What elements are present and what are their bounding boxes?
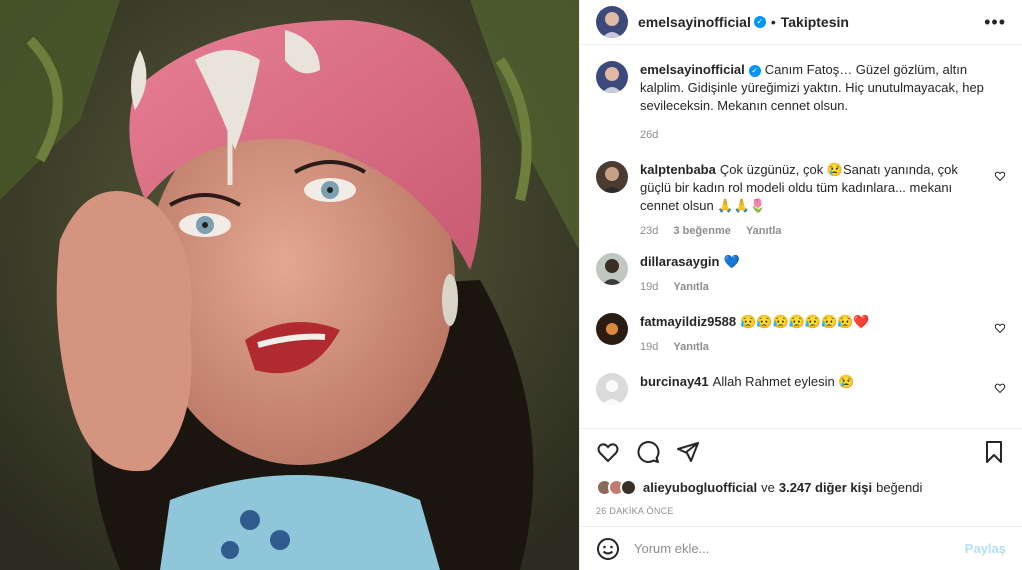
comment-username[interactable]: fatmayildiz9588 [640,314,736,329]
avatar[interactable] [596,253,628,285]
likes-summary: alieyubogluofficial ve 3.247 diğer kişi … [596,479,1006,496]
post-image[interactable] [0,0,579,570]
action-icons [596,439,1006,465]
avatar[interactable] [596,373,628,405]
caption-body: emelsayinofficial ✓ Canım Fatoş… Güzel göz… [640,61,984,115]
liker-username[interactable]: alieyubogluofficial [643,480,757,495]
avatar[interactable] [596,61,628,93]
reply-button[interactable]: Yanıtla [673,281,708,293]
comment-text: 😥😥😥😥😥😥😥❤️ [740,314,870,329]
more-options-icon[interactable]: ••• [984,12,1006,33]
heart-icon[interactable] [994,170,1006,182]
verified-icon: ✓ [748,64,761,77]
comment-username[interactable]: burcinay41 [640,374,709,389]
likes-connector: ve [761,480,775,495]
comment-text: Allah Rahmet eylesin 😢 [712,374,855,389]
heart-icon[interactable] [994,382,1006,394]
heart-icon[interactable] [994,322,1006,334]
comment-body: dillarasaygin 💙 [640,253,740,271]
comment-username[interactable]: dillarasaygin [640,254,719,269]
likes-others[interactable]: 3.247 diğer kişi [779,480,872,495]
post-comment-button[interactable]: Paylaş [965,541,1006,556]
post-panel: emelsayinofficial ✓ • Takiptesin ••• eme… [579,0,1022,570]
avatar [620,479,637,496]
comment-time[interactable]: 19d [640,341,658,353]
post-photo [0,0,579,570]
separator-dot: • [770,14,776,30]
comment-username[interactable]: kalptenbaba [640,162,716,177]
comment-meta: 23d 3 beğenme Yanıtla [640,225,984,237]
comment-icon[interactable] [636,440,660,464]
comment-list[interactable]: emelsayinofficial ✓ Canım Fatoş… Güzel göz… [580,45,1022,428]
avatar[interactable] [596,6,628,38]
caption-time[interactable]: 26d [640,129,658,141]
verified-icon: ✓ [753,16,766,28]
like-icon[interactable] [596,440,620,464]
comment-time[interactable]: 19d [640,281,658,293]
likes-suffix: beğendi [876,480,923,495]
comment-body: burcinay41 Allah Rahmet eylesin 😢 [640,373,855,391]
reply-button[interactable]: Yanıtla [746,225,781,237]
caption-meta: 26d [640,129,984,141]
caption-username[interactable]: emelsayinofficial [640,62,745,77]
comment-item: dillarasaygin 💙 19d Yanıtla [596,253,1006,293]
following-button[interactable]: Takiptesin [781,14,849,30]
comment-item: fatmayildiz9588 😥😥😥😥😥😥😥❤️ 19d Yanıtla [596,313,1006,353]
save-icon[interactable] [982,440,1006,464]
liker-avatars [596,479,637,496]
comment-meta: 19d Yanıtla [640,281,740,293]
comment-likes[interactable]: 3 beğenme [673,225,730,237]
comment-item: burcinay41 Allah Rahmet eylesin 😢 [596,373,1006,405]
comment-text: 💙 [723,254,740,269]
post-header: emelsayinofficial ✓ • Takiptesin ••• [580,0,1022,45]
action-bar: alieyubogluofficial ve 3.247 diğer kişi … [580,428,1022,526]
add-comment-bar: Paylaş [580,526,1022,570]
avatar[interactable] [596,161,628,193]
comment-item: kalptenbaba Çok üzgünüz, çok 😢Sanatı yanı… [596,161,1006,237]
post-timestamp[interactable]: 26 DAKİKA ÖNCE [596,506,1006,526]
post-username[interactable]: emelsayinofficial [638,14,751,30]
comment-meta: 19d Yanıtla [640,341,870,353]
comment-body: fatmayildiz9588 😥😥😥😥😥😥😥❤️ [640,313,870,331]
comment-input[interactable] [634,541,965,556]
caption: emelsayinofficial ✓ Canım Fatoş… Güzel göz… [596,61,1006,141]
comment-body: kalptenbaba Çok üzgünüz, çok 😢Sanatı yanı… [640,161,984,215]
comment-time[interactable]: 23d [640,225,658,237]
share-icon[interactable] [676,440,700,464]
reply-button[interactable]: Yanıtla [673,341,708,353]
emoji-icon[interactable] [596,537,620,561]
avatar[interactable] [596,313,628,345]
post-modal: emelsayinofficial ✓ • Takiptesin ••• eme… [0,0,1022,570]
